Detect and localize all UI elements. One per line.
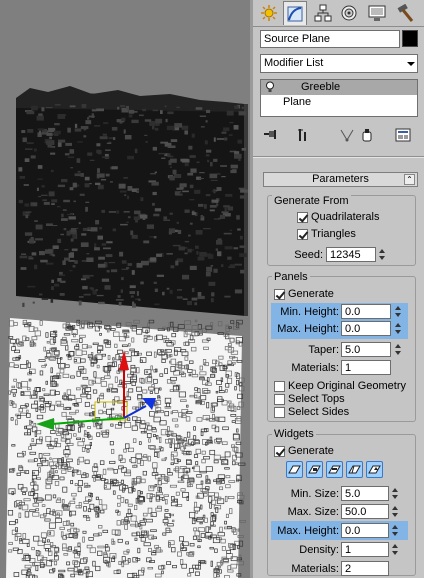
widgets-max-size-input[interactable] (341, 504, 389, 519)
create-tab[interactable] (257, 1, 281, 25)
panels-materials-input[interactable] (341, 360, 391, 375)
motion-tab[interactable] (337, 1, 361, 25)
object-name-input[interactable] (260, 30, 400, 48)
widgets-max-height-label: Max. Height: (277, 525, 339, 537)
widget-shape-4-icon (348, 465, 361, 474)
parameters-rollout-header[interactable]: Parameters ⌃ (263, 172, 418, 187)
widgets-density-spinner[interactable] (391, 542, 400, 557)
widgets-min-size-spinner[interactable] (391, 486, 400, 501)
hierarchy-icon (314, 4, 332, 22)
generate-from-title: Generate From (272, 195, 351, 207)
panels-taper-label: Taper: (308, 344, 339, 356)
widget-shape-1-icon (288, 465, 301, 474)
seed-spinner[interactable] (378, 247, 387, 262)
panels-materials-label: Materials: (291, 362, 339, 374)
stack-toolbar (260, 124, 418, 146)
widgets-min-size-label: Min. Size: (290, 488, 339, 500)
greebled-mesh-dark (16, 86, 248, 316)
widget-shape-2-icon (308, 465, 321, 474)
checkbox-unchecked-icon[interactable] (274, 380, 285, 392)
widgets-generate-label: Generate (288, 445, 334, 457)
widgets-generate-checkbox[interactable]: Generate (274, 443, 334, 459)
quadrilaterals-label: Quadrilaterals (311, 211, 380, 223)
command-panel-tabs (253, 0, 424, 27)
checkbox-checked-icon[interactable] (297, 228, 308, 240)
panels-max-height-spinner[interactable] (394, 321, 403, 336)
widgets-min-size-input[interactable] (341, 486, 389, 501)
panels-max-height-input[interactable] (341, 321, 391, 336)
widget-type-2-button[interactable] (306, 461, 323, 478)
widget-type-1-button[interactable] (286, 461, 303, 478)
widgets-density-input[interactable] (341, 542, 389, 557)
panels-max-height-label: Max. Height: (277, 323, 339, 335)
checkbox-checked-icon[interactable] (297, 211, 308, 223)
parameters-rollout-title: Parameters (312, 173, 369, 185)
widget-type-4-button[interactable] (346, 461, 363, 478)
checkbox-checked-icon[interactable] (274, 288, 285, 300)
pin-stack-icon[interactable] (262, 127, 280, 143)
divider (253, 156, 424, 158)
utilities-tab[interactable] (393, 1, 417, 25)
quadrilaterals-checkbox[interactable]: Quadrilaterals (297, 209, 379, 225)
remove-modifier-icon[interactable] (358, 127, 376, 143)
panels-generate-checkbox[interactable]: Generate (274, 286, 334, 302)
widgets-materials-input[interactable] (341, 561, 389, 576)
checkbox-checked-icon[interactable] (274, 445, 285, 457)
widgets-max-height-spinner[interactable] (391, 523, 400, 538)
viewport-scene (6, 86, 248, 578)
display-monitor-icon (368, 5, 386, 21)
triangles-label: Triangles (311, 228, 356, 240)
widget-shape-5-icon (368, 465, 381, 474)
show-end-result-icon[interactable] (294, 127, 312, 143)
modify-curve-icon (287, 6, 303, 21)
panels-min-height-label: Min. Height: (280, 306, 339, 318)
hammer-icon (397, 4, 414, 22)
triangles-checkbox[interactable]: Triangles (297, 226, 356, 242)
widgets-max-size-spinner[interactable] (391, 504, 400, 519)
modifier-list-dropdown[interactable]: Modifier List (260, 54, 418, 73)
widgets-materials-label: Materials: (291, 563, 339, 575)
checkbox-unchecked-icon[interactable] (274, 406, 285, 418)
stack-item-label: Plane (283, 96, 312, 108)
select-sides-checkbox[interactable]: Select Sides (274, 404, 349, 420)
widgets-max-size-label: Max. Size: (287, 506, 339, 518)
select-sides-label: Select Sides (288, 406, 350, 418)
panels-taper-input[interactable] (341, 342, 391, 357)
stack-item-greeble[interactable]: Greeble (261, 80, 417, 95)
hierarchy-tab[interactable] (311, 1, 335, 25)
configure-sets-icon[interactable] (394, 127, 412, 143)
display-tab[interactable] (365, 1, 389, 25)
stack-item-label: Greeble (301, 81, 341, 93)
panels-generate-label: Generate (288, 288, 334, 300)
collapse-icon[interactable]: ⌃ (404, 174, 415, 185)
seed-label: Seed: (294, 249, 323, 261)
panels-title: Panels (272, 271, 310, 283)
viewport[interactable] (0, 0, 250, 578)
widgets-density-label: Density: (299, 544, 339, 556)
panels-min-height-spinner[interactable] (394, 304, 403, 319)
panels-min-height-input[interactable] (341, 304, 391, 319)
modify-tab[interactable] (283, 1, 307, 25)
seed-input[interactable] (326, 247, 376, 262)
widget-type-5-button[interactable] (366, 461, 383, 478)
widget-shape-3-icon (328, 465, 341, 474)
panels-taper-spinner[interactable] (394, 342, 403, 357)
widgets-title: Widgets (272, 428, 316, 440)
motion-icon (341, 5, 357, 21)
make-unique-icon[interactable] (338, 127, 356, 143)
modifier-stack: Greeble Plane (260, 79, 418, 117)
sun-create-icon (261, 5, 277, 21)
widgets-max-height-input[interactable] (341, 523, 389, 538)
modifier-list-label: Modifier List (264, 57, 324, 69)
command-panel: Modifier List Greeble Plane Parameters ⌃… (250, 0, 424, 578)
checkbox-unchecked-icon[interactable] (274, 393, 285, 405)
object-color-swatch[interactable] (402, 30, 418, 47)
chevron-down-icon (407, 62, 415, 66)
widget-type-3-button[interactable] (326, 461, 343, 478)
stack-item-plane[interactable]: Plane (261, 95, 417, 110)
